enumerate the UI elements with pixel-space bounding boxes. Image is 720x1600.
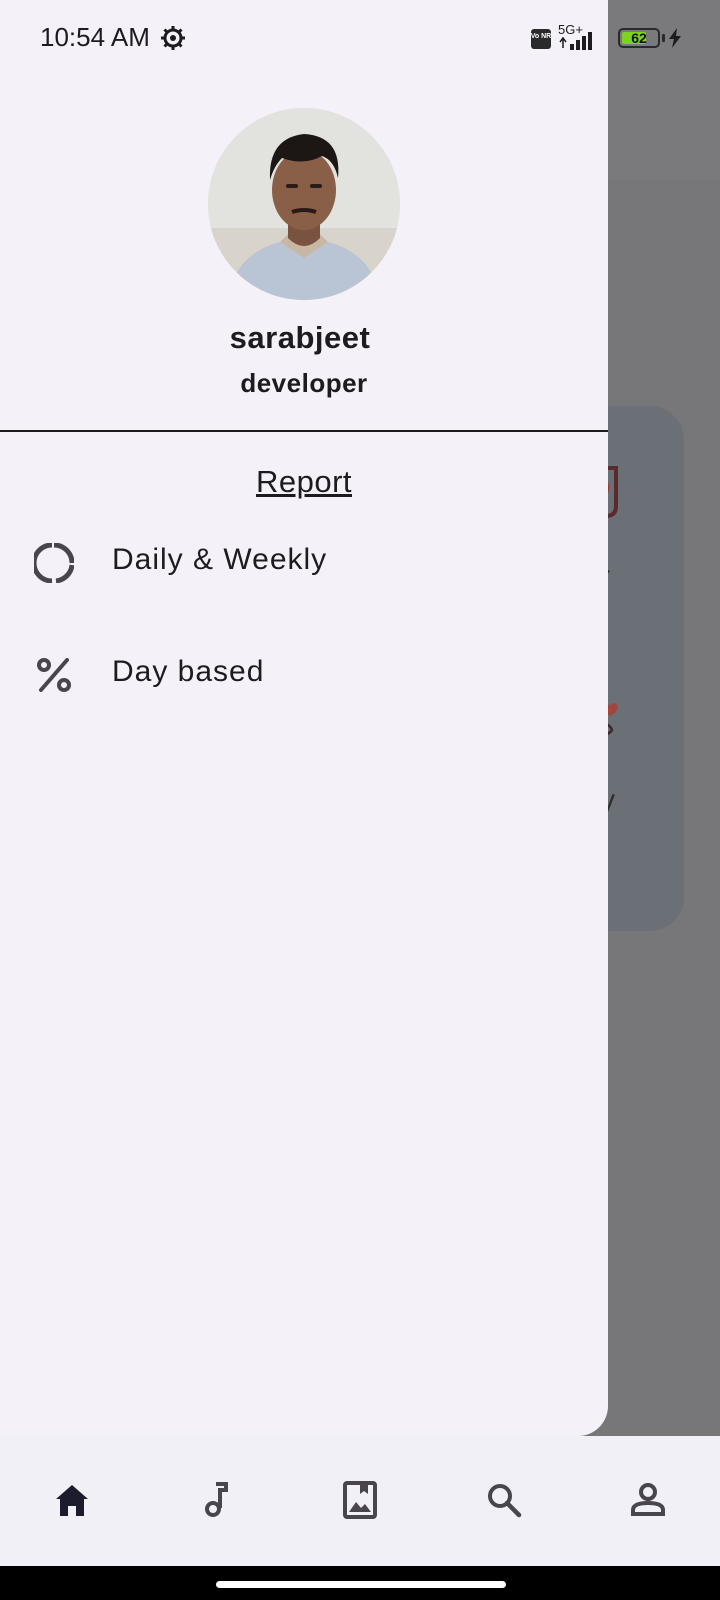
profile-name: sarabjeet (229, 320, 371, 355)
battery-level: 62 (631, 30, 647, 46)
battery-icon: 62 (618, 28, 660, 48)
navigation-drawer: sarabjeet developer Report Daily & Weekl… (0, 0, 608, 1436)
nav-gallery-button[interactable] (336, 1476, 384, 1524)
percent-icon (37, 658, 71, 692)
search-icon (488, 1484, 522, 1518)
section-title-report: Report (255, 464, 353, 499)
nav-search-button[interactable] (480, 1476, 528, 1524)
profile-photo (208, 108, 400, 300)
nav-home-button[interactable] (48, 1476, 96, 1524)
status-bar: 10:54 AM Vo NR 5G+ 62 (0, 0, 720, 80)
nav-music-button[interactable] (192, 1476, 240, 1524)
photo-bookmark-icon (343, 1481, 377, 1519)
menu-label: Day based (112, 655, 265, 688)
status-time: 10:54 AM (40, 22, 150, 52)
battery-nub (662, 34, 665, 42)
person-icon (631, 1483, 665, 1516)
volte-badge-icon: Vo NR (531, 29, 551, 49)
charging-bolt-icon (669, 28, 681, 48)
menu-item-daily-weekly[interactable]: Daily & Weekly (0, 523, 608, 603)
nav-profile-button[interactable] (624, 1476, 672, 1524)
bottom-navigation-bar (0, 1436, 720, 1566)
profile-role: developer (240, 368, 368, 398)
home-gesture-handle[interactable] (216, 1581, 506, 1588)
profile-avatar[interactable] (208, 108, 400, 300)
menu-label: Daily & Weekly (112, 543, 328, 576)
home-icon (56, 1485, 88, 1516)
header-divider (0, 430, 608, 432)
music-note-icon (205, 1482, 228, 1517)
donut-chart-icon (34, 543, 74, 583)
signal-icon (559, 32, 592, 50)
volte-text: Vo NR (531, 33, 551, 40)
settings-gear-icon (161, 26, 185, 50)
menu-item-day-based[interactable]: Day based (0, 635, 608, 715)
